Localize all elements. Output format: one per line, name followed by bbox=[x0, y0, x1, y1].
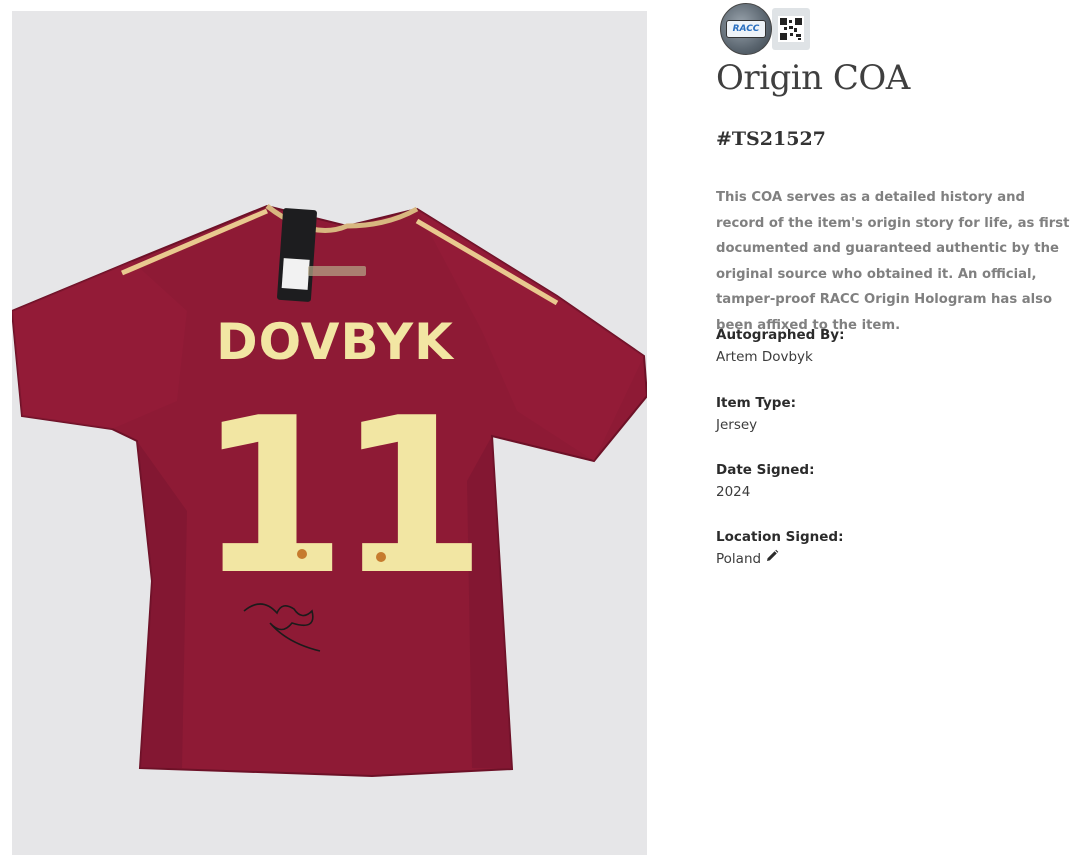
field-value: Jersey bbox=[716, 417, 758, 433]
pencil-icon[interactable] bbox=[765, 548, 779, 570]
hologram-label: RACC bbox=[726, 20, 766, 38]
coa-description: This COA serves as a detailed history an… bbox=[716, 190, 1070, 333]
field-value: Artem Dovbyk bbox=[716, 349, 813, 365]
qr-code-icon[interactable] bbox=[772, 8, 810, 50]
field-location-signed: Location Signed: Poland bbox=[716, 526, 1016, 570]
page-title: Origin COA bbox=[716, 58, 910, 98]
product-photo[interactable]: DOVBYK 11 bbox=[12, 11, 647, 855]
field-label: Item Type: bbox=[716, 395, 797, 411]
coa-id: #TS21527 bbox=[716, 128, 826, 150]
field-value-row: Poland bbox=[716, 548, 1016, 570]
field-label: Autographed By: bbox=[716, 327, 845, 343]
jersey-illustration: DOVBYK 11 bbox=[12, 204, 647, 778]
field-label: Location Signed: bbox=[716, 529, 844, 545]
jersey-name-print: DOVBYK bbox=[216, 313, 455, 371]
field-label: Date Signed: bbox=[716, 462, 815, 478]
field-value: Poland bbox=[716, 551, 762, 567]
field-autographed-by: Autographed By: Artem Dovbyk bbox=[716, 324, 1016, 368]
field-date-signed: Date Signed: 2024 bbox=[716, 459, 1016, 503]
field-item-type: Item Type: Jersey bbox=[716, 392, 1016, 436]
field-value: 2024 bbox=[716, 484, 751, 500]
jersey-number-print: 11 bbox=[197, 371, 476, 622]
authentication-badge: RACC bbox=[720, 3, 812, 55]
